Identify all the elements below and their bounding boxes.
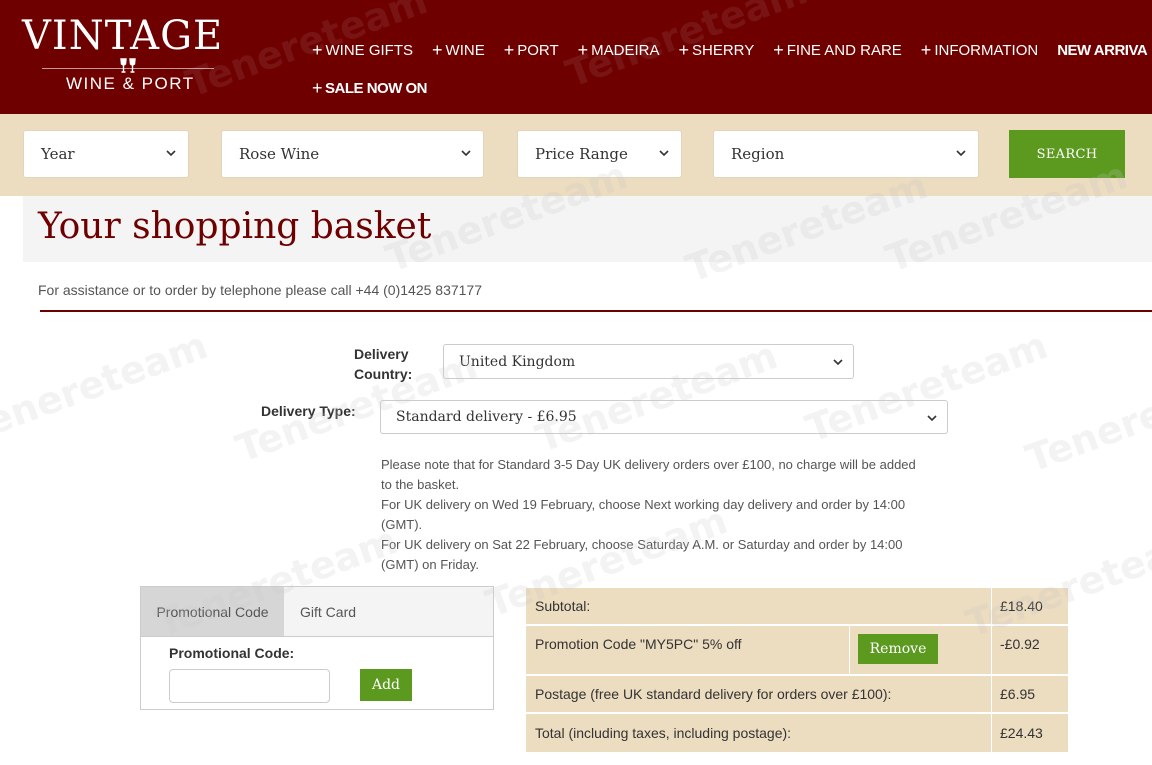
promo-row: Promotion Code "MY5PC" 5% off Remove -£0… xyxy=(526,626,1068,674)
plus-icon: + xyxy=(503,39,515,60)
secondary-nav: + SALE NOW ON xyxy=(312,76,446,100)
promo-code-input[interactable] xyxy=(169,669,330,703)
divider xyxy=(849,626,850,674)
nav-item-sherry[interactable]: + SHERRY xyxy=(678,38,754,62)
add-promo-button[interactable]: Add xyxy=(360,669,412,701)
plus-icon: + xyxy=(920,39,932,60)
nav-item-sale-now-on[interactable]: + SALE NOW ON xyxy=(312,76,428,100)
subtotal-row: Subtotal: £18.40 xyxy=(526,588,1068,624)
subtotal-value: £18.40 xyxy=(1000,598,1043,614)
chevron-down-icon xyxy=(927,415,937,422)
watermark: Tenereteam xyxy=(1020,353,1152,481)
postage-row: Postage (free UK standard delivery for o… xyxy=(526,676,1068,712)
total-row: Total (including taxes, including postag… xyxy=(526,714,1068,752)
price-range-select[interactable]: Price Range xyxy=(517,130,682,178)
search-button[interactable]: SEARCH xyxy=(1009,130,1125,178)
plus-icon: + xyxy=(432,39,443,60)
page-title: Your shopping basket xyxy=(38,206,432,247)
basket-header: Your shopping basket xyxy=(23,196,1152,262)
site-logo[interactable]: VINTAGE WINE & PORT xyxy=(22,14,234,100)
delivery-type-select[interactable]: Standard delivery - £6.95 xyxy=(380,400,948,434)
wine-glasses-icon xyxy=(120,58,136,73)
plus-icon: + xyxy=(773,39,784,60)
chevron-down-icon xyxy=(956,150,966,157)
site-header: VINTAGE WINE & PORT + WINE GIFTS + WINE + P… xyxy=(0,0,1152,114)
year-select[interactable]: Year xyxy=(23,130,189,178)
nav-item-port[interactable]: + PORT xyxy=(504,38,559,62)
delivery-country-label: Delivery Country: xyxy=(354,346,413,382)
nav-item-madeira[interactable]: + MADEIRA xyxy=(578,38,660,62)
wine-type-select[interactable]: Rose Wine xyxy=(221,130,484,178)
subtotal-label: Subtotal: xyxy=(535,598,591,614)
chevron-down-icon xyxy=(461,150,471,157)
promo-label: Promotion Code "MY5PC" 5% off xyxy=(535,636,742,652)
promo-value: -£0.92 xyxy=(1000,636,1040,652)
main-nav: + WINE GIFTS + WINE + PORT + MADEIRA + SHERRY… xyxy=(312,38,1152,62)
telephone-assistance-text: For assistance or to order by telephone … xyxy=(38,282,483,298)
delivery-notes: Please note that for Standard 3-5 Day UK… xyxy=(381,457,916,572)
chevron-down-icon xyxy=(166,150,176,157)
region-select[interactable]: Region xyxy=(713,130,979,178)
chevron-down-icon xyxy=(659,150,669,157)
delivery-type-label: Delivery Type: xyxy=(261,403,356,419)
chevron-down-icon xyxy=(833,359,843,366)
divider xyxy=(991,714,992,752)
divider xyxy=(40,310,1152,312)
divider xyxy=(991,626,992,674)
remove-promo-button[interactable]: Remove xyxy=(858,634,938,664)
tabs-divider xyxy=(141,636,493,637)
promo-code-panel: Promotional Code Gift Card Promotional C… xyxy=(140,586,494,710)
total-value: £24.43 xyxy=(1000,725,1043,741)
postage-value: £6.95 xyxy=(1000,686,1036,702)
plus-icon: + xyxy=(678,39,689,60)
watermark: Tenereteam xyxy=(0,323,214,451)
nav-item-wine-gifts[interactable]: + WINE GIFTS xyxy=(312,38,413,62)
tab-gift-card[interactable]: Gift Card xyxy=(284,587,493,636)
nav-item-fine-and-rare[interactable]: + FINE AND RARE xyxy=(773,38,902,62)
logo-wordmark: VINTAGE xyxy=(22,13,224,59)
nav-item-wine[interactable]: + WINE xyxy=(432,38,485,62)
divider xyxy=(991,676,992,712)
logo-tagline: WINE & PORT xyxy=(66,74,195,93)
nav-item-information[interactable]: + INFORMATION xyxy=(921,38,1038,62)
postage-label: Postage (free UK standard delivery for o… xyxy=(535,686,892,702)
delivery-country-select[interactable]: United Kingdom xyxy=(443,344,854,379)
promo-code-label: Promotional Code: xyxy=(169,645,295,661)
plus-icon: + xyxy=(312,77,323,98)
tab-promotional-code[interactable]: Promotional Code xyxy=(141,587,284,636)
plus-icon: + xyxy=(577,39,589,60)
total-label: Total (including taxes, including postag… xyxy=(535,725,792,741)
divider xyxy=(991,588,992,624)
plus-icon: + xyxy=(312,39,323,60)
search-bar: Year Rose Wine Price Range Region SEARCH xyxy=(0,114,1152,196)
nav-item-new-arrivals[interactable]: NEW ARRIVA xyxy=(1057,38,1148,62)
